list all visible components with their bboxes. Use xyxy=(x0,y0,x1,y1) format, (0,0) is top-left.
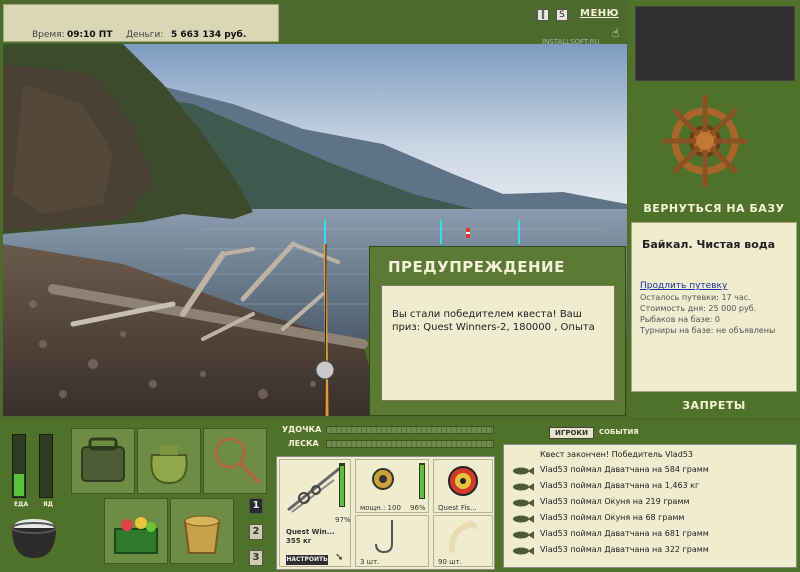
page-button-1[interactable]: 1 xyxy=(249,498,263,514)
reel-slot[interactable]: мощн.: 100 96% xyxy=(355,459,429,513)
rod-label: УДОЧКА xyxy=(282,425,322,434)
money-value: 5 663 134 руб. xyxy=(171,30,247,40)
rod-tension-bar xyxy=(326,426,494,434)
tab-events[interactable]: СОБЫТИЯ xyxy=(599,428,639,436)
fishers-on-base: Рыбаков на базе: 0 xyxy=(640,315,720,324)
configure-button[interactable]: НАСТРОИТЬ xyxy=(286,555,328,565)
day-cost: Стоимость дня: 25 000 руб. xyxy=(640,304,757,313)
fishing-line-spool-icon xyxy=(448,466,478,496)
food-label: ЕДА xyxy=(14,501,29,508)
bait-icon xyxy=(448,521,477,553)
landing-net-icon xyxy=(214,437,262,485)
food-gauge-fill xyxy=(14,474,24,496)
rod-percent: 97% xyxy=(335,516,351,524)
line-name: Quest Fis... xyxy=(438,504,477,512)
rod-icon xyxy=(287,466,341,513)
hook-slot[interactable]: 3 шт. xyxy=(355,515,429,567)
rod-wear-bar xyxy=(339,463,345,507)
base-title: Байкал. Чистая вода xyxy=(642,238,776,251)
map-preview xyxy=(635,6,795,81)
return-to-base-button[interactable]: ВЕРНУТЬСЯ НА БАЗУ xyxy=(628,202,800,215)
rod-weight: 355 кг xyxy=(286,537,312,545)
watermark: INSTALLSOFT.RU xyxy=(542,38,600,46)
tournaments-status: Турниры на базе: не объявлены xyxy=(640,326,776,335)
sound-icon[interactable]: S xyxy=(556,9,568,21)
poison-label: ЯД xyxy=(43,501,53,508)
poison-gauge xyxy=(39,434,53,498)
log-entry: Vlad53 поймал Даватчана на 1,463 кг xyxy=(540,481,700,490)
fish-icon xyxy=(513,547,534,555)
fish-icon xyxy=(513,483,534,491)
inventory-slot-basket[interactable] xyxy=(104,498,168,564)
log-entry: Vlad53 поймал Даватчана на 681 грамм xyxy=(540,529,709,538)
base-info-panel: Байкал. Чистая вода Продлить путевку Ост… xyxy=(631,222,797,392)
reel-percent: 96% xyxy=(410,504,426,512)
pot-icon[interactable] xyxy=(8,512,60,562)
hook-icon xyxy=(375,520,393,554)
inventory-slot-net[interactable] xyxy=(203,428,267,494)
warning-title: ПРЕДУПРЕЖДЕНИЕ xyxy=(388,258,565,276)
sack-icon xyxy=(150,445,188,485)
reel-power: мощн.: 100 xyxy=(360,504,401,512)
line-slot[interactable]: Quest Fis... xyxy=(433,459,493,513)
inventory-slot-sack[interactable] xyxy=(137,428,201,494)
rod-name: Quest Win... xyxy=(286,528,335,536)
tab-players[interactable]: ИГРОКИ xyxy=(549,427,594,439)
log-entry: Vlad53 поймал Даватчана на 322 грамм xyxy=(540,545,709,554)
fish-icon xyxy=(513,499,534,507)
reel-icon xyxy=(372,468,394,490)
inventory-slot-bag[interactable] xyxy=(71,428,135,494)
bait-slot[interactable]: 90 шт. xyxy=(433,515,493,567)
stats-panel: Время: 09:10 ПТ Деньги: 5 663 134 руб. xyxy=(3,4,279,42)
log-entry: Vlad53 поймал Окуня на 68 грамм xyxy=(540,513,685,522)
line-tension-bar xyxy=(326,440,494,448)
page-button-3[interactable]: 3 xyxy=(249,550,263,566)
page-button-2[interactable]: 2 xyxy=(249,524,263,540)
menu-button[interactable]: МЕНЮ xyxy=(580,8,619,19)
warning-dialog: ПРЕДУПРЕЖДЕНИЕ Вы стали победителем квес… xyxy=(369,246,626,416)
time-value: 09:10 ПТ xyxy=(67,30,113,40)
cursor-hand-icon: ☝ xyxy=(612,26,620,40)
extend-voucher-link[interactable]: Продлить путевку xyxy=(640,281,727,291)
events-log: Квест закончен! Победитель Vlad53 Vlad53… xyxy=(503,444,797,568)
food-basket-icon xyxy=(114,517,158,554)
log-entry: Vlad53 поймал Окуня на 219 грамм xyxy=(540,497,690,506)
arrow-down-right-icon: ➘ xyxy=(335,552,344,563)
bag-icon xyxy=(81,437,125,482)
log-header: Квест закончен! Победитель Vlad53 xyxy=(540,450,693,459)
tackle-panel: Quest Win... 355 кг 97% НАСТРОИТЬ ➘ мощн… xyxy=(276,456,495,570)
hook-count: 3 шт. xyxy=(360,558,380,566)
food-gauge xyxy=(12,434,26,498)
fish-icon xyxy=(513,531,534,539)
bans-button[interactable]: ЗАПРЕТЫ xyxy=(628,399,800,412)
warning-message: Вы стали победителем квеста! Ваш приз: Q… xyxy=(381,285,615,401)
bait-count: 90 шт. xyxy=(438,558,462,566)
time-label: Время: xyxy=(32,30,65,40)
reel-wear-bar xyxy=(419,463,425,499)
fish-icon xyxy=(513,467,534,475)
fish-icon xyxy=(513,515,534,523)
inventory-slot-bucket[interactable] xyxy=(170,498,234,564)
line-label: ЛЕСКА xyxy=(288,439,319,448)
money-label: Деньги: xyxy=(126,30,164,40)
log-entry: Vlad53 поймал Даватчана на 584 грамм xyxy=(540,465,709,474)
voucher-remaining: Осталось путевки: 17 час. xyxy=(640,293,751,302)
pause-icon[interactable]: ‖ xyxy=(537,9,549,21)
bucket-icon xyxy=(183,515,221,554)
ship-wheel-icon[interactable] xyxy=(663,95,747,193)
